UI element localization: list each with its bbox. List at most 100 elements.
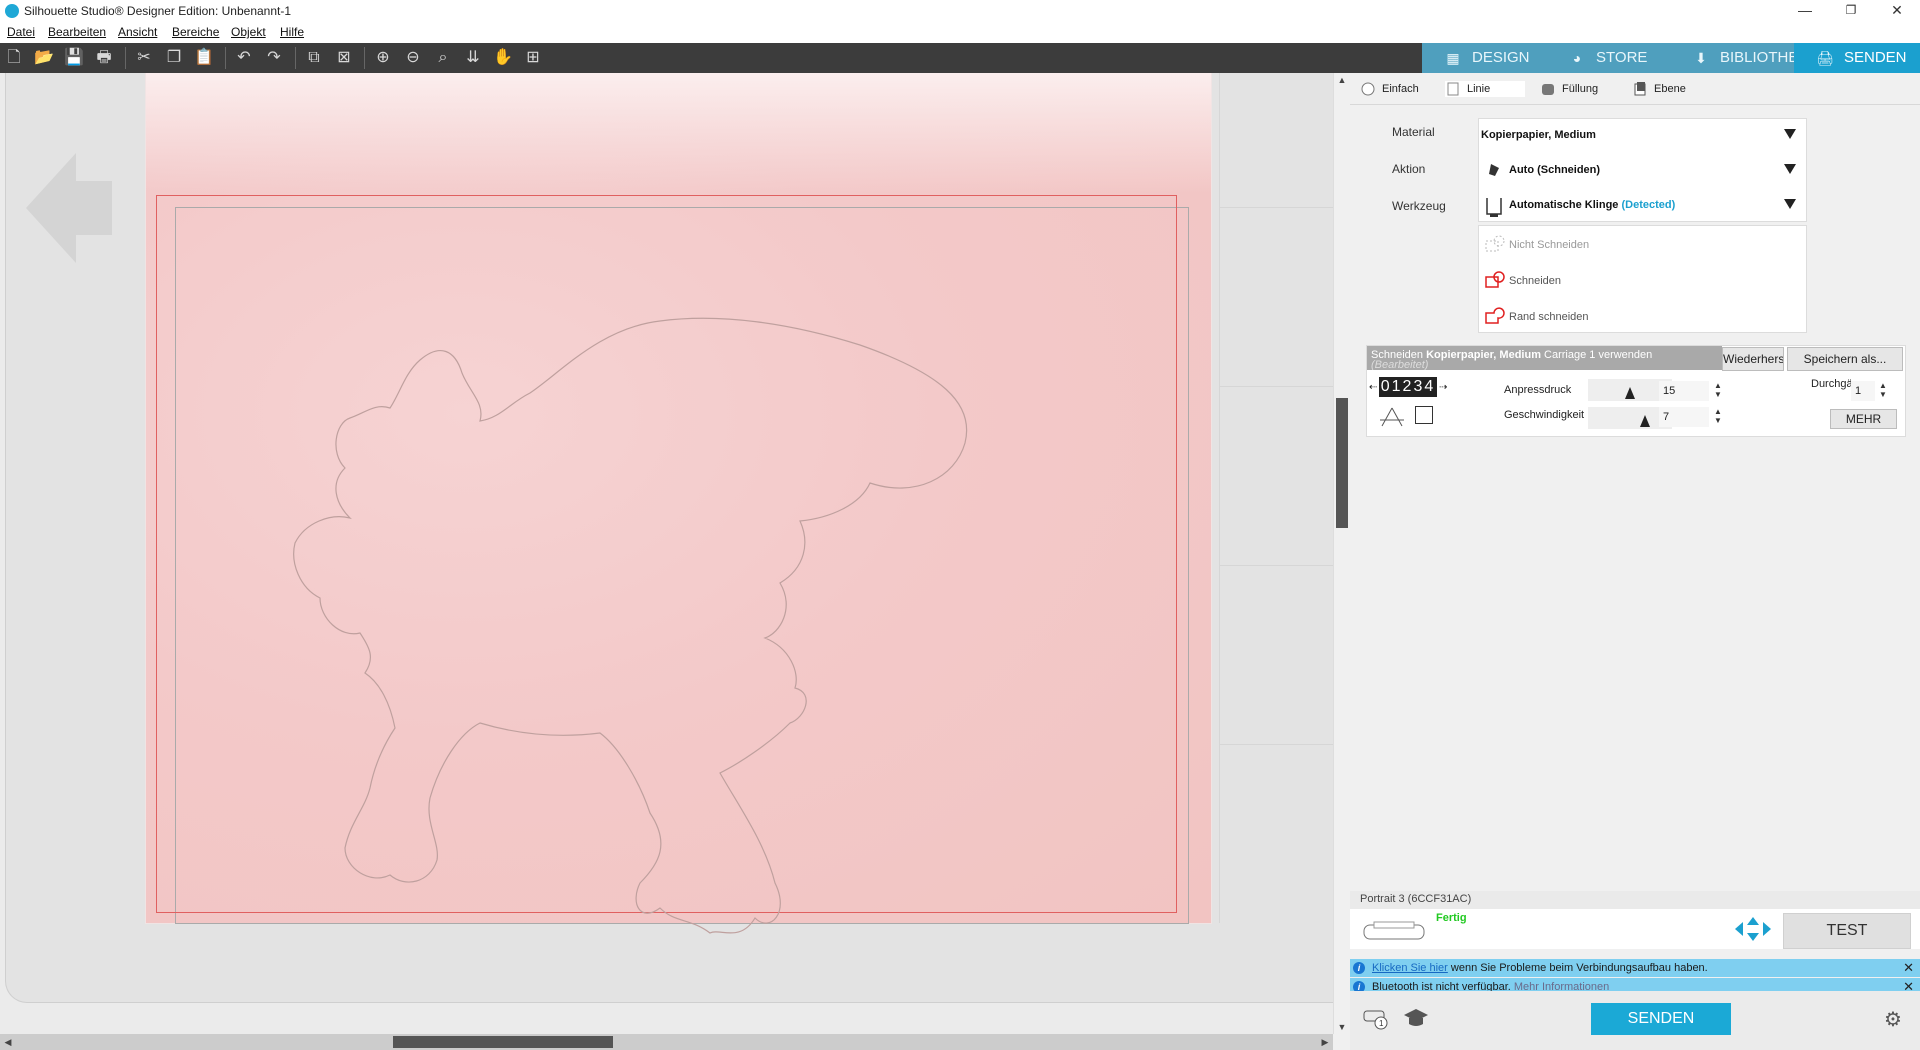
mode-einfach-label: Einfach (1382, 83, 1419, 95)
new-file-icon[interactable]: 🗋 (3, 47, 25, 69)
tab-design[interactable]: ▦ DESIGN (1422, 43, 1546, 73)
test-button[interactable]: TEST (1783, 913, 1911, 949)
material-label: Material (1392, 125, 1435, 139)
cut-icon[interactable]: ✂ (133, 47, 155, 69)
zoom-in-icon[interactable]: ⊕ (372, 47, 394, 69)
aktion-value: Auto (Schneiden) (1509, 164, 1601, 176)
slider-knob[interactable] (1625, 387, 1635, 399)
gear-icon[interactable]: ⚙ (1884, 1007, 1902, 1032)
menu-hilfe[interactable]: Hilfe (280, 25, 304, 39)
durchgaenge-label: Durchgänge (1811, 378, 1871, 390)
mode-einfach[interactable]: Einfach (1360, 81, 1419, 97)
menu-datei[interactable]: Datei (7, 25, 35, 39)
vertical-scroll-thumb[interactable] (1336, 398, 1348, 528)
restore-button[interactable]: Wiederherstellen (1722, 347, 1784, 371)
tab-store[interactable]: ◕ STORE (1546, 43, 1670, 73)
silhouette-logo-icon (5, 4, 19, 18)
send-panel: Einfach Linie Füllung Ebene Material Akt… (1350, 73, 1920, 1050)
notice-connection-link[interactable]: Klicken Sie hier (1372, 962, 1448, 974)
durchgaenge-spinner-icon[interactable]: ▲ ▼ (1878, 381, 1888, 399)
open-icon[interactable]: 📂 (33, 47, 55, 69)
detected-badge: (Detected) (1621, 199, 1676, 211)
close-button[interactable]: ✕ (1874, 0, 1920, 23)
menu-objekt[interactable]: Objekt (231, 25, 266, 39)
geschwindigkeit-spinner-icon[interactable]: ▲ ▼ (1713, 407, 1723, 425)
tab-bibliothek[interactable]: ⬇ BIBLIOTHEK (1670, 43, 1808, 73)
action-schneiden[interactable]: Schneiden (1479, 262, 1806, 298)
chevron-down-icon (1784, 129, 1796, 139)
no-cut-icon (1485, 235, 1505, 252)
info-icon: i (1353, 962, 1365, 974)
close-icon[interactable]: ✕ (1903, 960, 1914, 976)
copy-icon[interactable]: ❐ (163, 47, 185, 69)
horizontal-scroll-thumb[interactable] (393, 1036, 613, 1048)
move-arrows-icon[interactable] (1733, 917, 1773, 941)
slider-knob[interactable] (1640, 415, 1650, 427)
checkbox[interactable] (1415, 406, 1433, 424)
send-icon: 🖨 (1816, 50, 1834, 66)
carriage-selector[interactable]: 01234 (1379, 377, 1437, 397)
device-queue-icon[interactable]: 1 (1362, 1005, 1390, 1031)
durchgaenge-value[interactable]: 1 (1851, 381, 1875, 401)
send-button[interactable]: SENDEN (1591, 1003, 1731, 1035)
maximize-button[interactable]: ❐ (1828, 0, 1874, 23)
mode-ebene[interactable]: Ebene (1632, 81, 1686, 97)
cut-settings-dropdowns: Kopierpapier, Medium Auto (Schneiden) Au… (1478, 118, 1807, 222)
geschwindigkeit-value[interactable]: 7 (1659, 407, 1709, 427)
zoom-out-icon[interactable]: ⊖ (402, 47, 424, 69)
mehr-button[interactable]: MEHR (1830, 409, 1897, 429)
scroll-down-icon[interactable]: ▼ (1336, 1021, 1348, 1033)
werkzeug-dropdown[interactable]: Automatische Klinge (Detected) (1479, 189, 1806, 223)
group-icon[interactable]: ⧉ (303, 47, 325, 69)
chevron-down-icon (1784, 164, 1796, 174)
horizontal-scrollbar[interactable]: ◀ ▶ (0, 1034, 1333, 1050)
aktion-dropdown[interactable]: Auto (Schneiden) (1479, 154, 1806, 188)
fit-page-icon[interactable]: ⇊ (462, 47, 484, 69)
menu-ansicht[interactable]: Ansicht (118, 25, 157, 39)
anpressdruck-spinner-icon[interactable]: ▲ ▼ (1713, 381, 1723, 399)
menu-bearbeiten[interactable]: Bearbeiten (48, 25, 106, 39)
print-icon[interactable]: 🖶 (93, 47, 115, 69)
werkzeug-label: Werkzeug (1392, 199, 1446, 213)
mode-linie[interactable]: Linie (1445, 81, 1525, 97)
auto-blade-icon (1486, 198, 1502, 217)
scroll-left-icon[interactable]: ◀ (2, 1036, 14, 1048)
material-dropdown[interactable]: Kopierpapier, Medium (1479, 119, 1806, 153)
notice-connection-message: wenn Sie Probleme beim Verbindungsaufbau… (1447, 962, 1708, 974)
zoom-select-icon[interactable]: ⌕ (432, 47, 454, 69)
minimize-button[interactable]: — (1782, 0, 1828, 23)
tutorial-cap-icon[interactable] (1402, 1005, 1430, 1031)
tab-senden[interactable]: 🖨 SENDEN (1794, 43, 1920, 73)
mode-fuellung[interactable]: Füllung (1540, 81, 1598, 97)
anpressdruck-value[interactable]: 15 (1659, 381, 1709, 401)
redo-icon[interactable]: ↷ (263, 47, 285, 69)
add-page-icon[interactable]: ⊞ (522, 47, 544, 69)
menu-bereiche[interactable]: Bereiche (172, 25, 219, 39)
library-icon: ⬇ (1695, 50, 1707, 66)
tab-store-label: STORE (1596, 49, 1648, 66)
carriage-prev-icon[interactable]: ⇠ (1369, 382, 1377, 394)
device-bar: Portrait 3 (6CCF31AC) (1350, 891, 1920, 909)
werkzeug-value: Automatische Klinge (Detected) (1509, 199, 1675, 211)
toolbar-separator (125, 47, 126, 69)
ungroup-icon[interactable]: ⊠ (333, 47, 355, 69)
scroll-up-icon[interactable]: ▲ (1336, 74, 1348, 86)
grid-icon: ▦ (1446, 50, 1460, 66)
action-nicht-schneiden[interactable]: Nicht Schneiden (1479, 226, 1806, 262)
toolbar-separator (295, 47, 296, 69)
save-as-button[interactable]: Speichern als... (1787, 347, 1903, 371)
tab-senden-label: SENDEN (1844, 49, 1907, 66)
fill-icon (1542, 84, 1554, 95)
pegasus-shape[interactable] (0, 73, 1333, 1034)
scroll-right-icon[interactable]: ▶ (1319, 1036, 1331, 1048)
vertical-scrollbar[interactable]: ▲ ▼ (1333, 73, 1349, 1034)
pan-hand-icon[interactable]: ✋ (492, 47, 514, 69)
toolbar-separator (225, 47, 226, 69)
undo-icon[interactable]: ↶ (233, 47, 255, 69)
design-canvas[interactable] (0, 73, 1333, 1034)
carriage-next-icon[interactable]: ⇢ (1439, 382, 1447, 394)
mode-fuellung-label: Füllung (1562, 83, 1599, 95)
paste-icon[interactable]: 📋 (193, 47, 215, 69)
save-icon[interactable]: 💾 (63, 47, 85, 69)
action-rand-schneiden[interactable]: Rand schneiden (1479, 298, 1806, 334)
